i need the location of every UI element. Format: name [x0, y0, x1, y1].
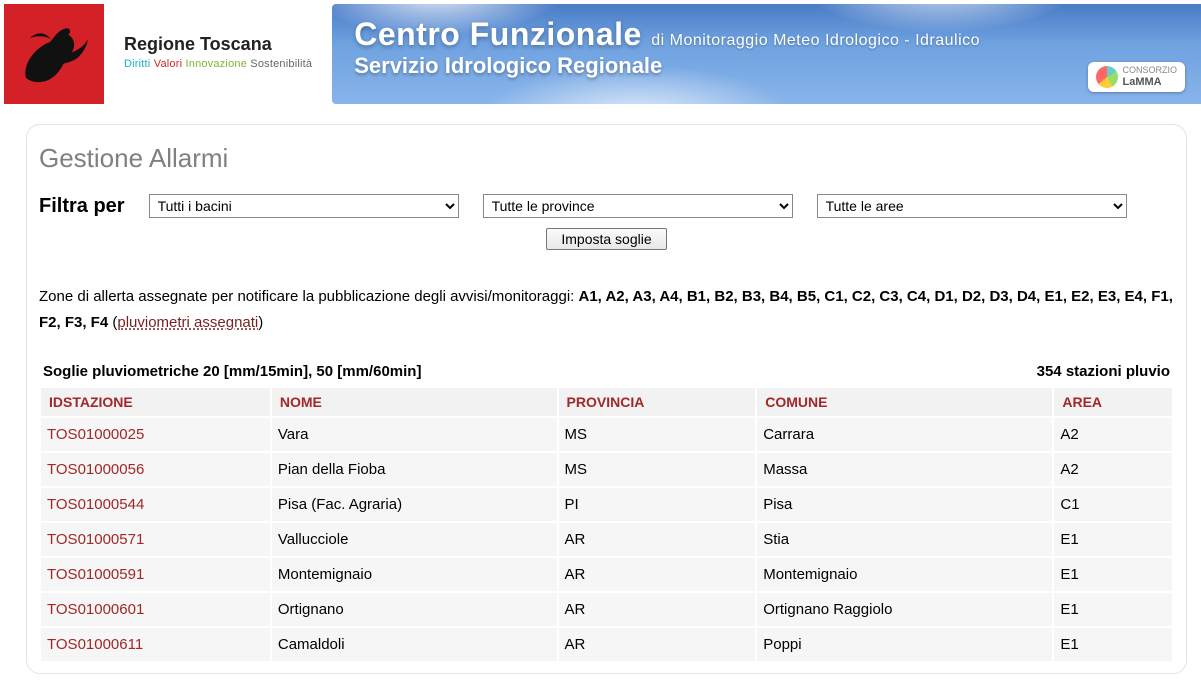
cell-nome: Pisa (Fac. Agraria) [271, 487, 558, 522]
table-header-row: IDSTAZIONE NOME PROVINCIA COMUNE AREA [40, 387, 1173, 417]
table-row: TOS01000571 ValluccioleARStiaE1 [40, 522, 1173, 557]
cell-area: E1 [1053, 627, 1173, 662]
station-id-link[interactable]: TOS01000571 [47, 531, 144, 548]
cell-provincia: MS [558, 417, 757, 452]
cell-comune: Montemignaio [756, 557, 1053, 592]
col-nome: NOME [271, 387, 558, 417]
banner-title: Centro Funzionale di Monitoraggio Meteo … [354, 16, 1179, 53]
station-id-link[interactable]: TOS01000025 [47, 426, 144, 443]
header: Regione Toscana Diritti Valori Innovazio… [0, 0, 1201, 108]
filter-row: Filtra per Tutti i bacini Tutte le provi… [39, 194, 1174, 218]
cell-comune: Pisa [756, 487, 1053, 522]
cell-area: A2 [1053, 452, 1173, 487]
col-provincia: PROVINCIA [558, 387, 757, 417]
cell-provincia: MS [558, 452, 757, 487]
station-count: 354 stazioni pluvio [1037, 363, 1170, 380]
col-idstazione: IDSTAZIONE [40, 387, 271, 417]
brand-subtitle: Diritti Valori Innovazione Sostenibilità [124, 57, 312, 72]
page-title: Gestione Allarmi [39, 143, 1174, 174]
brand-sub-part: Diritti [124, 58, 150, 70]
cell-area: E1 [1053, 522, 1173, 557]
cell-provincia: AR [558, 627, 757, 662]
cell-area: C1 [1053, 487, 1173, 522]
filter-province-select[interactable]: Tutte le province [483, 194, 793, 218]
cell-comune: Ortignano Raggiolo [756, 592, 1053, 627]
cell-area: A2 [1053, 417, 1173, 452]
set-thresholds-button[interactable]: Imposta soglie [546, 228, 666, 250]
table-row: TOS01000056 Pian della FiobaMSMassaA2 [40, 452, 1173, 487]
table-headline: Soglie pluviometriche 20 [mm/15min], 50 … [39, 363, 1174, 386]
station-id-link[interactable]: TOS01000611 [47, 636, 143, 653]
filter-aree-select[interactable]: Tutte le aree [817, 194, 1127, 218]
lamma-swirl-icon [1096, 66, 1118, 88]
stations-table: IDSTAZIONE NOME PROVINCIA COMUNE AREA TO… [39, 386, 1174, 663]
zones-intro: Zone di allerta assegnate per notificare… [39, 288, 578, 305]
table-row: TOS01000611 CamaldoliARPoppiE1 [40, 627, 1173, 662]
col-area: AREA [1053, 387, 1173, 417]
cell-nome: Vara [271, 417, 558, 452]
lamma-name: LaMMA [1122, 76, 1177, 88]
station-id-link[interactable]: TOS01000544 [47, 496, 144, 513]
brand-text: Regione Toscana Diritti Valori Innovazio… [104, 4, 312, 73]
brand-title: Regione Toscana [124, 32, 312, 57]
cell-provincia: AR [558, 557, 757, 592]
cell-nome: Ortignano [271, 592, 558, 627]
banner-subtitle: Servizio Idrologico Regionale [354, 53, 1179, 79]
filter-label: Filtra per [39, 195, 125, 218]
pegasus-icon [14, 14, 94, 94]
banner-tail: di Monitoraggio Meteo Idrologico - Idrau… [651, 32, 980, 49]
cell-area: E1 [1053, 592, 1173, 627]
cell-comune: Carrara [756, 417, 1053, 452]
table-row: TOS01000601 OrtignanoAROrtignano Raggiolo… [40, 592, 1173, 627]
main-panel: Gestione Allarmi Filtra per Tutti i baci… [26, 124, 1187, 674]
banner: Centro Funzionale di Monitoraggio Meteo … [332, 4, 1201, 104]
filter-bacini-select[interactable]: Tutti i bacini [149, 194, 459, 218]
brand-sub-part: Sostenibilità [250, 58, 312, 70]
brand-sub-part: Innovazione [186, 58, 248, 70]
cell-comune: Massa [756, 452, 1053, 487]
cell-provincia: AR [558, 592, 757, 627]
thresholds-caption: Soglie pluviometriche 20 [mm/15min], 50 … [43, 363, 421, 380]
region-logo [4, 4, 104, 104]
pluviometri-link[interactable]: pluviometri assegnati [117, 314, 258, 331]
zones-block: Zone di allerta assegnate per notificare… [39, 284, 1174, 335]
brand-sub-part: Valori [154, 58, 183, 70]
table-row: TOS01000591MontemignaioARMontemignaioE1 [40, 557, 1173, 592]
cell-comune: Poppi [756, 627, 1053, 662]
banner-main: Centro Funzionale [354, 16, 642, 52]
table-row: TOS01000025 VaraMSCarraraA2 [40, 417, 1173, 452]
cell-nome: Pian della Fioba [271, 452, 558, 487]
cell-nome: Montemignaio [271, 557, 558, 592]
cell-nome: Camaldoli [271, 627, 558, 662]
cell-area: E1 [1053, 557, 1173, 592]
table-row: TOS01000544 Pisa (Fac. Agraria)PIPisaC1 [40, 487, 1173, 522]
lamma-badge: CONSORZIO LaMMA [1088, 62, 1185, 92]
cell-provincia: AR [558, 522, 757, 557]
cell-comune: Stia [756, 522, 1053, 557]
col-comune: COMUNE [756, 387, 1053, 417]
station-id-link[interactable]: TOS01000056 [47, 461, 144, 478]
station-id-link[interactable]: TOS01000601 [47, 601, 144, 618]
cell-provincia: PI [558, 487, 757, 522]
lamma-label: CONSORZIO [1122, 66, 1177, 76]
cell-nome: Vallucciole [271, 522, 558, 557]
station-id-link[interactable]: TOS01000591 [47, 566, 144, 583]
